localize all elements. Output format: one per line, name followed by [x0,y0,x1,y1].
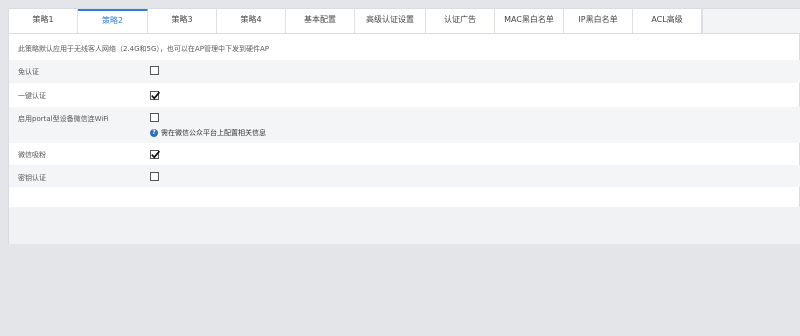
setting-row-one-click-auth: 一键认证 [9,83,800,107]
hint-text: 需在微信公众平台上配置相关信息 [161,129,266,137]
checkmark-icon [151,150,161,159]
no-auth-checkbox[interactable] [150,66,159,75]
tab-policy-2[interactable]: 策略2 [78,9,148,33]
tab-policy-1[interactable]: 策略1 [9,9,78,33]
tab-policy-3[interactable]: 策略3 [148,9,217,33]
tab-policy-4[interactable]: 策略4 [217,9,286,33]
setting-row-key-auth: 密钥认证 [9,165,800,187]
policy-panel: 策略1 策略2 策略3 策略4 基本配置 高级认证设置 认证广告 MAC黑白名单… [8,8,800,244]
portal-wechat-hint: ? 需在微信公众平台上配置相关信息 [150,128,266,138]
tab-mac-list[interactable]: MAC黑白名单 [495,9,564,33]
setting-row-no-auth: 免认证 [9,60,800,83]
tab-acl-advanced[interactable]: ACL高级 [633,9,702,33]
setting-row-portal-wechat-wifi: 启用portal型设备微信连WiFi ? 需在微信公众平台上配置相关信息 [9,107,800,143]
tab-bar-filler [702,9,800,33]
setting-row-wechat-follow: 微信吸粉 [9,143,800,165]
tab-advanced-auth[interactable]: 高级认证设置 [355,9,426,33]
setting-label: 启用portal型设备微信连WiFi [18,115,109,123]
setting-label: 微信吸粉 [18,151,46,159]
panel-footer [9,207,800,244]
setting-label: 免认证 [18,68,39,76]
policy-description: 此策略默认应用于无线客人网络（2.4G和5G），也可以在AP管理中下发到硬件AP [18,45,269,53]
tab-bar: 策略1 策略2 策略3 策略4 基本配置 高级认证设置 认证广告 MAC黑白名单… [9,9,800,34]
question-circle-icon: ? [150,129,158,137]
setting-label: 密钥认证 [18,174,46,182]
checkmark-icon [151,91,161,100]
setting-label: 一键认证 [18,92,46,100]
tab-basic-config[interactable]: 基本配置 [286,9,355,33]
one-click-auth-checkbox[interactable] [150,91,161,100]
tab-auth-ads[interactable]: 认证广告 [426,9,495,33]
portal-wechat-wifi-checkbox[interactable] [150,113,159,122]
tab-ip-list[interactable]: IP黑白名单 [564,9,633,33]
wechat-follow-checkbox[interactable] [150,150,161,159]
key-auth-checkbox[interactable] [150,172,159,181]
